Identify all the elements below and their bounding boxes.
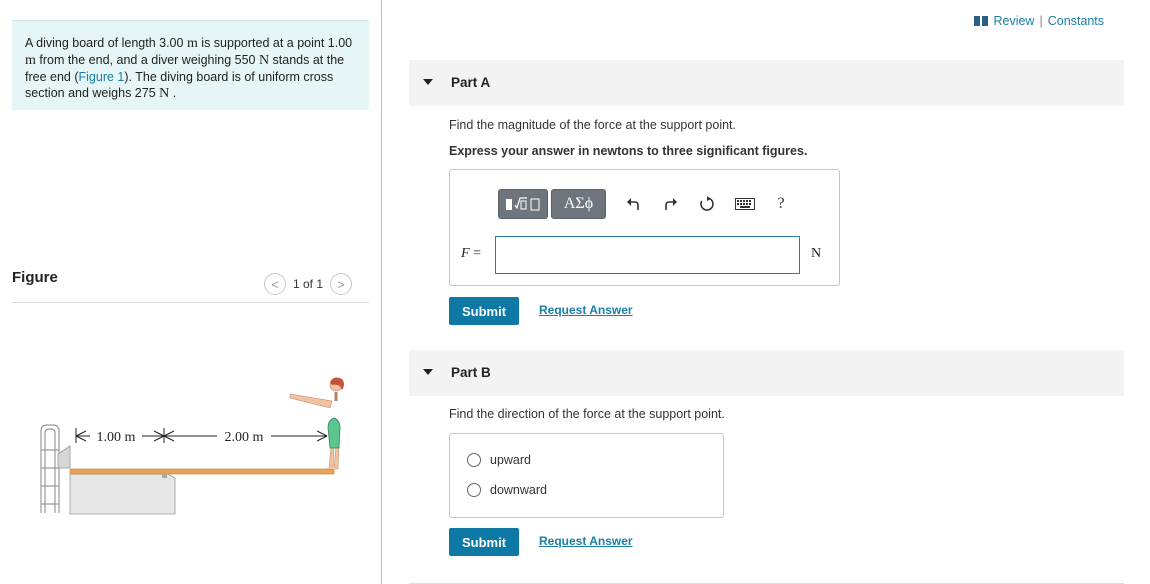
ladder-graphic	[40, 424, 60, 513]
option-downward[interactable]: downward	[467, 483, 547, 497]
book-icon	[974, 16, 989, 26]
templates-icon	[506, 197, 540, 211]
dimension-label-right: 2.00 m	[225, 430, 264, 445]
keyboard-icon[interactable]	[734, 193, 756, 215]
redo-icon[interactable]	[660, 193, 682, 215]
diving-board-figure: 1.00 m 2.00 m	[40, 377, 344, 515]
part-a-instruction: Express your answer in newtons to three …	[449, 144, 808, 158]
part-a-header[interactable]: Part A	[409, 60, 1124, 106]
review-link[interactable]: Review	[993, 14, 1034, 28]
unit-m: m	[186, 36, 198, 51]
collapse-arrow-icon[interactable]	[423, 369, 433, 375]
chevron-left-icon[interactable]: <	[264, 273, 286, 295]
problem-text: A diving board of length 3.00	[25, 36, 187, 50]
choice-box: upward downward	[449, 433, 724, 518]
greek-symbols-button[interactable]: ΑΣϕ	[551, 189, 606, 219]
help-icon[interactable]: ?	[770, 193, 792, 215]
problem-text: from the end, and a diver weighing 550	[35, 53, 259, 67]
chevron-right-icon[interactable]: >	[330, 273, 353, 295]
unit-n: N	[258, 53, 270, 68]
problem-text: is supported at a point 1.00	[197, 36, 353, 50]
diver-graphic	[289, 377, 344, 470]
part-b-question: Find the direction of the force at the s…	[449, 407, 725, 421]
pager-text: 1 of 1	[293, 277, 324, 291]
answer-input[interactable]	[495, 236, 800, 274]
part-a-request-answer-link[interactable]: Request Answer	[539, 303, 633, 317]
problem-text: .	[169, 86, 177, 100]
part-a-submit-button[interactable]: Submit	[449, 297, 519, 325]
review-constants-links: Review | Constants	[974, 14, 1104, 28]
templates-button[interactable]	[498, 189, 548, 219]
unit-m: m	[25, 53, 36, 68]
answer-box: ΑΣϕ ? F = N	[449, 169, 840, 286]
link-separator: |	[1039, 14, 1043, 28]
option-label: downward	[490, 483, 547, 497]
part-b-request-answer-link[interactable]: Request Answer	[539, 534, 633, 548]
radio-button[interactable]	[467, 453, 481, 467]
platform-graphic	[57, 445, 71, 469]
support-point-graphic	[162, 474, 167, 478]
variable-label: F =	[461, 246, 481, 262]
part-a-title: Part A	[451, 75, 491, 90]
dimension-label-left: 1.00 m	[97, 430, 136, 445]
prev-symbol: <	[271, 276, 279, 292]
part-a-question: Find the magnitude of the force at the s…	[449, 118, 736, 132]
constants-link[interactable]: Constants	[1048, 14, 1104, 28]
answer-unit: N	[811, 246, 822, 261]
part-b-header[interactable]: Part B	[409, 350, 1124, 396]
math-toolbar: ΑΣϕ ?	[498, 189, 792, 219]
collapse-arrow-icon[interactable]	[423, 79, 433, 85]
option-upward[interactable]: upward	[467, 453, 531, 467]
panel-divider	[381, 0, 382, 584]
part-b-title: Part B	[451, 365, 491, 380]
option-label: upward	[490, 453, 531, 467]
variable-symbol: F	[461, 246, 470, 261]
radio-button[interactable]	[467, 483, 481, 497]
next-symbol: >	[337, 276, 345, 292]
reset-icon[interactable]	[696, 193, 718, 215]
figure-pager: < 1 of 1 >	[264, 273, 353, 295]
undo-icon[interactable]	[622, 193, 644, 215]
diving-board-graphic	[69, 468, 335, 475]
equals-sign: =	[469, 246, 481, 261]
part-b-submit-button[interactable]: Submit	[449, 528, 519, 556]
problem-statement: A diving board of length 3.00 m is suppo…	[12, 20, 369, 110]
figure-title: Figure	[12, 269, 58, 286]
figure-divider	[12, 302, 369, 303]
figure-link[interactable]: Figure 1	[79, 70, 125, 84]
unit-n: N	[159, 86, 170, 101]
support-base-graphic	[69, 473, 176, 515]
